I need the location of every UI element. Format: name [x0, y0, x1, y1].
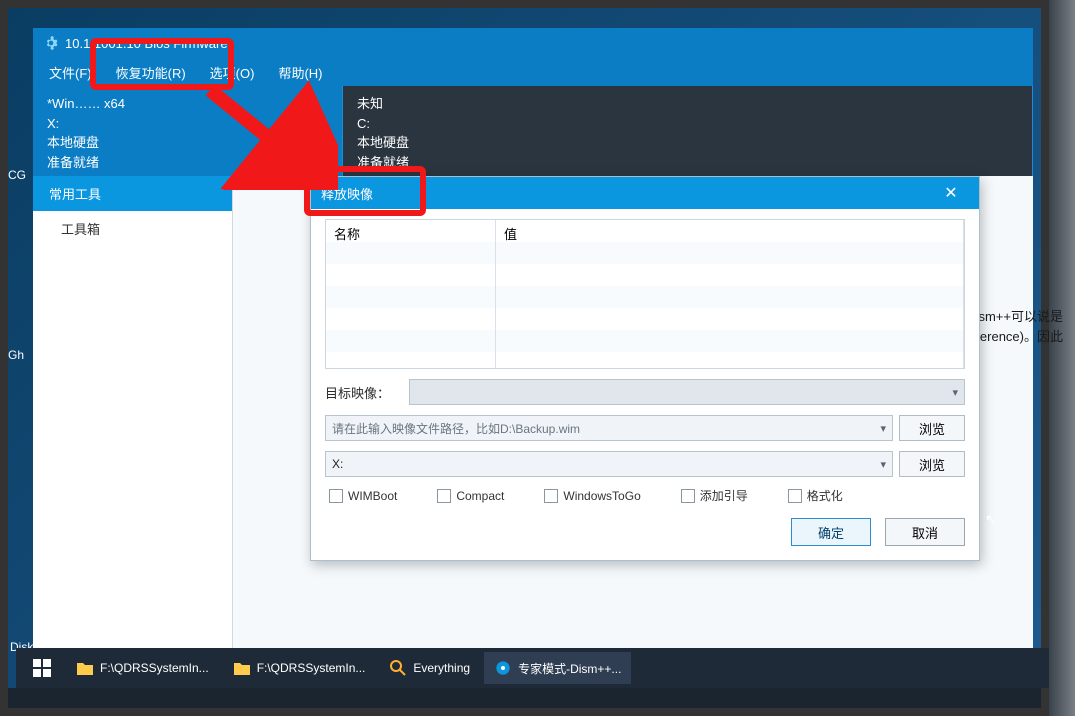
- drive-card-c[interactable]: 未知 C: 本地硬盘 准备就绪: [343, 86, 1033, 176]
- drive-x-line4: 准备就绪: [47, 153, 328, 173]
- release-image-dialog: 释放映像 ✕ 名称 值 目标映像： ▾ 请在此输入映像文件路径，比如D:\Bac…: [310, 176, 980, 561]
- drive-x-line3: 本地硬盘: [47, 133, 328, 153]
- col-name-header: 名称: [326, 220, 496, 368]
- image-list-table[interactable]: 名称 值: [325, 219, 965, 369]
- window-title-text: 10.1.1001.10 Bios Firmware: [65, 36, 228, 51]
- checkbox-compact[interactable]: Compact: [437, 487, 504, 504]
- drive-x-line1: *Win…… x64: [47, 94, 328, 114]
- desktop-background: 10.1.1001.10 Bios Firmware 文件(F) 恢复功能(R)…: [8, 8, 1041, 688]
- gear-icon: [43, 35, 59, 51]
- gear-icon: [494, 659, 512, 677]
- chevron-down-icon: ▾: [880, 458, 886, 471]
- checkbox-addboot[interactable]: 添加引导: [681, 487, 748, 504]
- search-icon: [389, 659, 407, 677]
- desktop-label-gh: Gh: [8, 348, 24, 362]
- drive-x-line2: X:: [47, 114, 328, 134]
- menu-options[interactable]: 选项(O): [198, 59, 267, 86]
- image-path-placeholder: 请在此输入映像文件路径，比如D:\Backup.wim: [332, 420, 580, 437]
- drive-c-line4: 准备就绪: [357, 153, 1018, 173]
- ok-button[interactable]: 确定: [791, 518, 871, 546]
- checkbox-icon: [544, 489, 558, 503]
- checkbox-icon: [437, 489, 451, 503]
- sidebar-item-common-tools[interactable]: 常用工具: [33, 176, 232, 211]
- drive-c-line3: 本地硬盘: [357, 133, 1018, 153]
- info-text-line1: Dism++可以说是: [966, 306, 1063, 325]
- image-path-input[interactable]: 请在此输入映像文件路径，比如D:\Backup.wim ▾: [325, 415, 893, 441]
- taskbar: F:\QDRSSystemIn... F:\QDRSSystemIn... Ev…: [16, 648, 1049, 688]
- close-icon: ✕: [944, 183, 957, 203]
- sidebar: 常用工具 工具箱: [33, 176, 233, 650]
- taskbar-item-everything[interactable]: Everything: [379, 652, 480, 684]
- dialog-title: 释放映像: [321, 184, 373, 203]
- chevron-down-icon: ▾: [952, 386, 958, 399]
- target-drive-value: X:: [332, 457, 343, 471]
- dialog-close-button[interactable]: ✕: [933, 177, 969, 209]
- checkbox-format[interactable]: 格式化: [788, 487, 843, 504]
- taskbar-item-explorer-2[interactable]: F:\QDRSSystemIn...: [223, 652, 376, 684]
- dialog-titlebar: 释放映像 ✕: [311, 177, 979, 209]
- folder-icon: [233, 659, 251, 677]
- menu-recovery[interactable]: 恢复功能(R): [104, 59, 198, 86]
- checkbox-icon: [788, 489, 802, 503]
- checkbox-wimboot[interactable]: WIMBoot: [329, 487, 397, 504]
- menu-file[interactable]: 文件(F): [37, 59, 104, 86]
- windows-icon: [33, 659, 51, 677]
- checkbox-windowstogo[interactable]: WindowsToGo: [544, 487, 640, 504]
- target-image-combo[interactable]: ▾: [409, 379, 965, 405]
- start-button[interactable]: [22, 652, 62, 684]
- desktop-label-cg: CG: [8, 168, 26, 182]
- menu-help[interactable]: 帮助(H): [266, 59, 334, 86]
- col-value-header: 值: [496, 220, 964, 368]
- window-titlebar: 10.1.1001.10 Bios Firmware: [33, 28, 1033, 58]
- checkbox-icon: [681, 489, 695, 503]
- drive-c-line2: C:: [357, 114, 1018, 134]
- taskbar-item-dismpp[interactable]: 专家模式-Dism++...: [484, 652, 631, 684]
- cancel-button[interactable]: 取消: [885, 518, 965, 546]
- sidebar-item-toolbox[interactable]: 工具箱: [33, 211, 232, 246]
- chevron-down-icon: ▾: [880, 422, 886, 435]
- drive-card-x[interactable]: *Win…… x64 X: 本地硬盘 准备就绪: [33, 86, 343, 176]
- browse-image-button[interactable]: 浏览: [899, 415, 965, 441]
- checkbox-icon: [329, 489, 343, 503]
- menubar: 文件(F) 恢复功能(R) 选项(O) 帮助(H): [33, 58, 1033, 86]
- drive-c-line1: 未知: [357, 94, 1018, 114]
- target-drive-combo[interactable]: X: ▾: [325, 451, 893, 477]
- target-image-label: 目标映像：: [325, 383, 403, 402]
- browse-drive-button[interactable]: 浏览: [899, 451, 965, 477]
- taskbar-item-explorer-1[interactable]: F:\QDRSSystemIn...: [66, 652, 219, 684]
- drive-strip: *Win…… x64 X: 本地硬盘 准备就绪 未知 C: 本地硬盘 准备就绪: [33, 86, 1033, 176]
- folder-icon: [76, 659, 94, 677]
